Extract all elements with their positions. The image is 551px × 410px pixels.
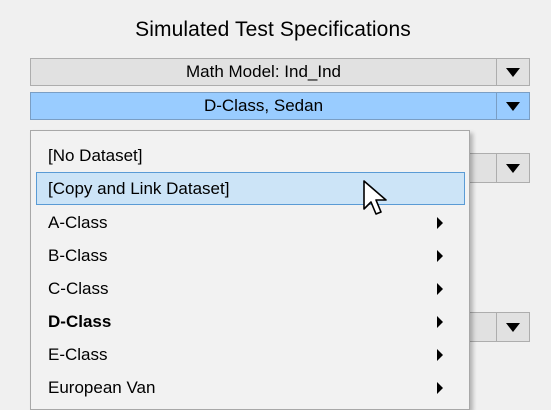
chevron-down-icon xyxy=(506,163,520,173)
submenu-arrow-icon xyxy=(437,249,443,262)
menu-item-e-class[interactable]: E-Class xyxy=(36,338,465,371)
math-model-select[interactable]: Math Model: Ind_Ind xyxy=(30,58,530,86)
dataset-dropdown-menu: [No Dataset] [Copy and Link Dataset] A-C… xyxy=(30,130,470,410)
background-dropdown-button[interactable] xyxy=(496,313,529,341)
math-model-value: Math Model: Ind_Ind xyxy=(31,59,497,85)
vehicle-class-value: D-Class, Sedan xyxy=(31,93,497,119)
menu-item-label: European Van xyxy=(48,377,156,397)
menu-item-a-class[interactable]: A-Class xyxy=(36,206,465,239)
submenu-arrow-icon xyxy=(437,216,443,229)
menu-item-d-class[interactable]: D-Class xyxy=(36,305,465,338)
menu-item-label: C-Class xyxy=(48,278,109,298)
mouse-pointer-icon xyxy=(363,180,387,215)
chevron-down-icon xyxy=(506,322,520,332)
submenu-arrow-icon xyxy=(437,282,443,295)
menu-item-b-class[interactable]: B-Class xyxy=(36,239,465,272)
menu-item-copy-and-link-dataset[interactable]: [Copy and Link Dataset] xyxy=(36,172,465,205)
math-model-dropdown-button[interactable] xyxy=(497,59,529,85)
submenu-arrow-icon xyxy=(437,315,443,328)
menu-item-label: D-Class xyxy=(48,311,112,331)
section-title: Simulated Test Specifications xyxy=(135,18,411,41)
menu-item-label: A-Class xyxy=(48,212,108,232)
menu-item-no-dataset[interactable]: [No Dataset] xyxy=(36,139,465,172)
chevron-down-icon xyxy=(506,67,520,77)
background-select[interactable] xyxy=(468,312,530,342)
vehicle-class-dropdown-button[interactable] xyxy=(497,93,529,119)
chevron-down-icon xyxy=(506,101,520,111)
menu-item-label: [No Dataset] xyxy=(48,145,143,165)
background-select[interactable] xyxy=(468,153,530,183)
menu-item-label: B-Class xyxy=(48,245,108,265)
menu-item-label: E-Class xyxy=(48,344,108,364)
menu-item-european-van[interactable]: European Van xyxy=(36,371,465,404)
submenu-arrow-icon xyxy=(437,381,443,394)
menu-item-c-class[interactable]: C-Class xyxy=(36,272,465,305)
submenu-arrow-icon xyxy=(437,348,443,361)
vehicle-class-select[interactable]: D-Class, Sedan xyxy=(30,92,530,120)
menu-item-label: [Copy and Link Dataset] xyxy=(48,178,230,198)
background-dropdown-button[interactable] xyxy=(496,154,529,182)
